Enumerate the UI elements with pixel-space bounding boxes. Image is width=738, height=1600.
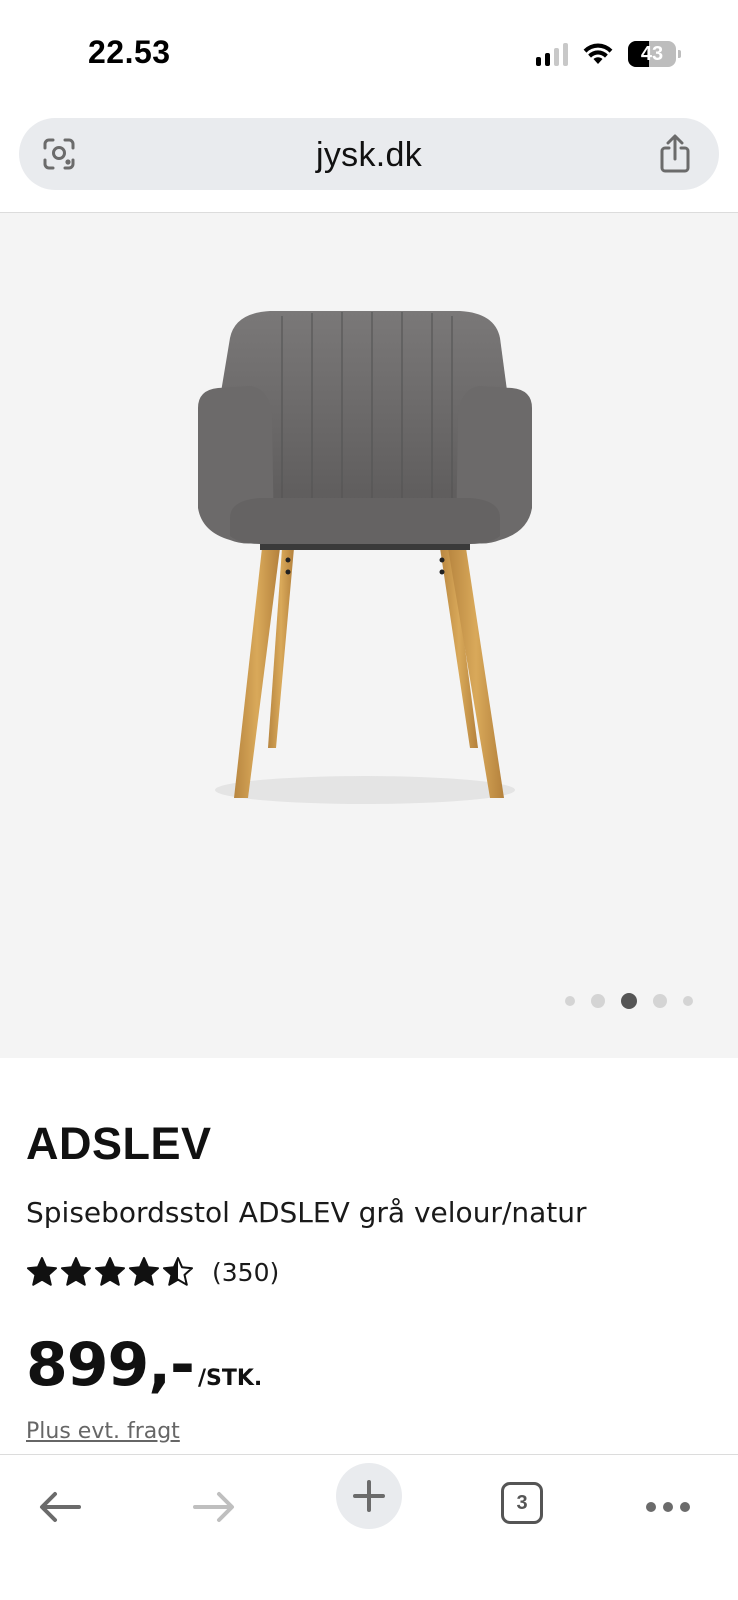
tabs-icon: 3 (501, 1482, 543, 1524)
status-bar: 22.53 43 (0, 0, 738, 105)
product-name: ADSLEV (26, 1118, 212, 1169)
product-price: 899,- /STK. (26, 1330, 262, 1400)
price-unit: /STK. (197, 1366, 263, 1391)
product-image[interactable] (190, 308, 540, 818)
star-full-icon (27, 1257, 57, 1286)
battery-indicator: 43 (628, 41, 681, 67)
browser-page: 22.53 43 jysk.dk ADSLEV Spisebordsstol A… (0, 0, 738, 1600)
star-full-icon (95, 1257, 125, 1286)
rating-stars (26, 1256, 194, 1288)
back-button[interactable] (30, 1477, 90, 1537)
more-button[interactable] (638, 1477, 698, 1537)
gallery-dot[interactable] (683, 996, 693, 1006)
gallery-dot[interactable] (565, 996, 575, 1006)
gallery-dot[interactable] (653, 994, 667, 1008)
forward-button[interactable] (184, 1477, 244, 1537)
star-half-icon (163, 1257, 193, 1286)
more-icon (646, 1502, 690, 1512)
arrow-left-icon (40, 1492, 81, 1522)
status-time: 22.53 (88, 34, 171, 70)
share-icon[interactable] (657, 134, 693, 174)
gallery-pagination[interactable] (565, 993, 693, 1009)
product-rating[interactable]: (350) (26, 1256, 279, 1288)
product-image-gallery[interactable] (0, 213, 738, 1058)
product-description: Spisebordsstol ADSLEV grå velour/natur (26, 1196, 587, 1229)
price-value: 899,- (26, 1330, 195, 1400)
arrow-right-icon (193, 1492, 234, 1522)
star-full-icon (61, 1257, 91, 1286)
shipping-link[interactable]: Plus evt. fragt (26, 1419, 180, 1444)
status-icons: 43 (536, 40, 681, 68)
url-text[interactable]: jysk.dk (19, 136, 719, 175)
cellular-signal-icon (536, 42, 568, 66)
address-bar[interactable]: jysk.dk (19, 118, 719, 190)
gallery-dot[interactable] (591, 994, 605, 1008)
tabs-button[interactable]: 3 (492, 1473, 552, 1533)
gallery-dot-active[interactable] (621, 993, 637, 1009)
browser-toolbar: 3 (0, 1455, 738, 1600)
rating-count[interactable]: (350) (212, 1258, 279, 1287)
star-full-icon (129, 1257, 159, 1286)
battery-percentage: 43 (640, 42, 664, 65)
plus-icon (353, 1480, 385, 1512)
new-tab-button[interactable] (336, 1463, 402, 1529)
wifi-icon (583, 43, 613, 64)
